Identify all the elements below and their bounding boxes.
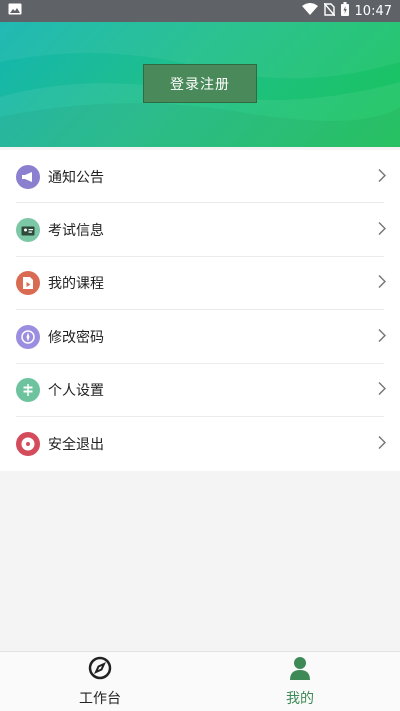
user-icon: [289, 656, 311, 684]
chevron-right-icon: [378, 221, 387, 240]
exam-id-icon: [16, 218, 40, 243]
tab-mine[interactable]: 我的: [200, 652, 400, 711]
chevron-right-icon: [378, 274, 387, 293]
status-bar: 10:47: [0, 0, 400, 22]
settings-menu: 通知公告 考试信息 我的课程 修改密码 个人设置 安全退出: [0, 150, 400, 471]
tab-label: 我的: [286, 690, 314, 707]
menu-item-personal-settings[interactable]: 个人设置: [0, 364, 400, 418]
menu-item-notices[interactable]: 通知公告: [0, 150, 400, 204]
image-notification-icon: [8, 3, 22, 19]
no-sim-icon: [322, 2, 336, 20]
chevron-right-icon: [378, 381, 387, 400]
battery-icon: [340, 2, 349, 20]
menu-item-exam-info[interactable]: 考试信息: [0, 203, 400, 258]
compass-icon: [88, 656, 112, 684]
menu-item-label: 通知公告: [48, 169, 104, 186]
menu-item-label: 我的课程: [48, 276, 104, 293]
profile-header: 登录注册: [0, 22, 400, 147]
menu-item-my-courses[interactable]: 我的课程: [0, 257, 400, 311]
chevron-right-icon: [378, 434, 387, 453]
menu-item-change-password[interactable]: 修改密码: [0, 310, 400, 364]
compass-icon: [16, 324, 40, 349]
menu-item-label: 个人设置: [48, 383, 104, 400]
login-register-button[interactable]: 登录注册: [143, 64, 257, 103]
wifi-icon: [301, 3, 318, 19]
tab-workbench[interactable]: 工作台: [0, 652, 200, 711]
tab-label: 工作台: [79, 690, 121, 707]
power-target-icon: [16, 431, 40, 456]
signpost-icon: [16, 378, 40, 403]
menu-item-logout[interactable]: 安全退出: [0, 417, 400, 470]
menu-item-label: 安全退出: [48, 436, 104, 453]
clock-time: 10:47: [354, 3, 392, 19]
menu-item-label: 考试信息: [48, 223, 104, 240]
chevron-right-icon: [378, 167, 387, 186]
menu-item-label: 修改密码: [48, 329, 104, 346]
bottom-tab-bar: 工作台 我的: [0, 651, 400, 711]
chevron-right-icon: [378, 327, 387, 346]
megaphone-icon: [16, 164, 40, 189]
course-document-icon: [16, 271, 40, 296]
